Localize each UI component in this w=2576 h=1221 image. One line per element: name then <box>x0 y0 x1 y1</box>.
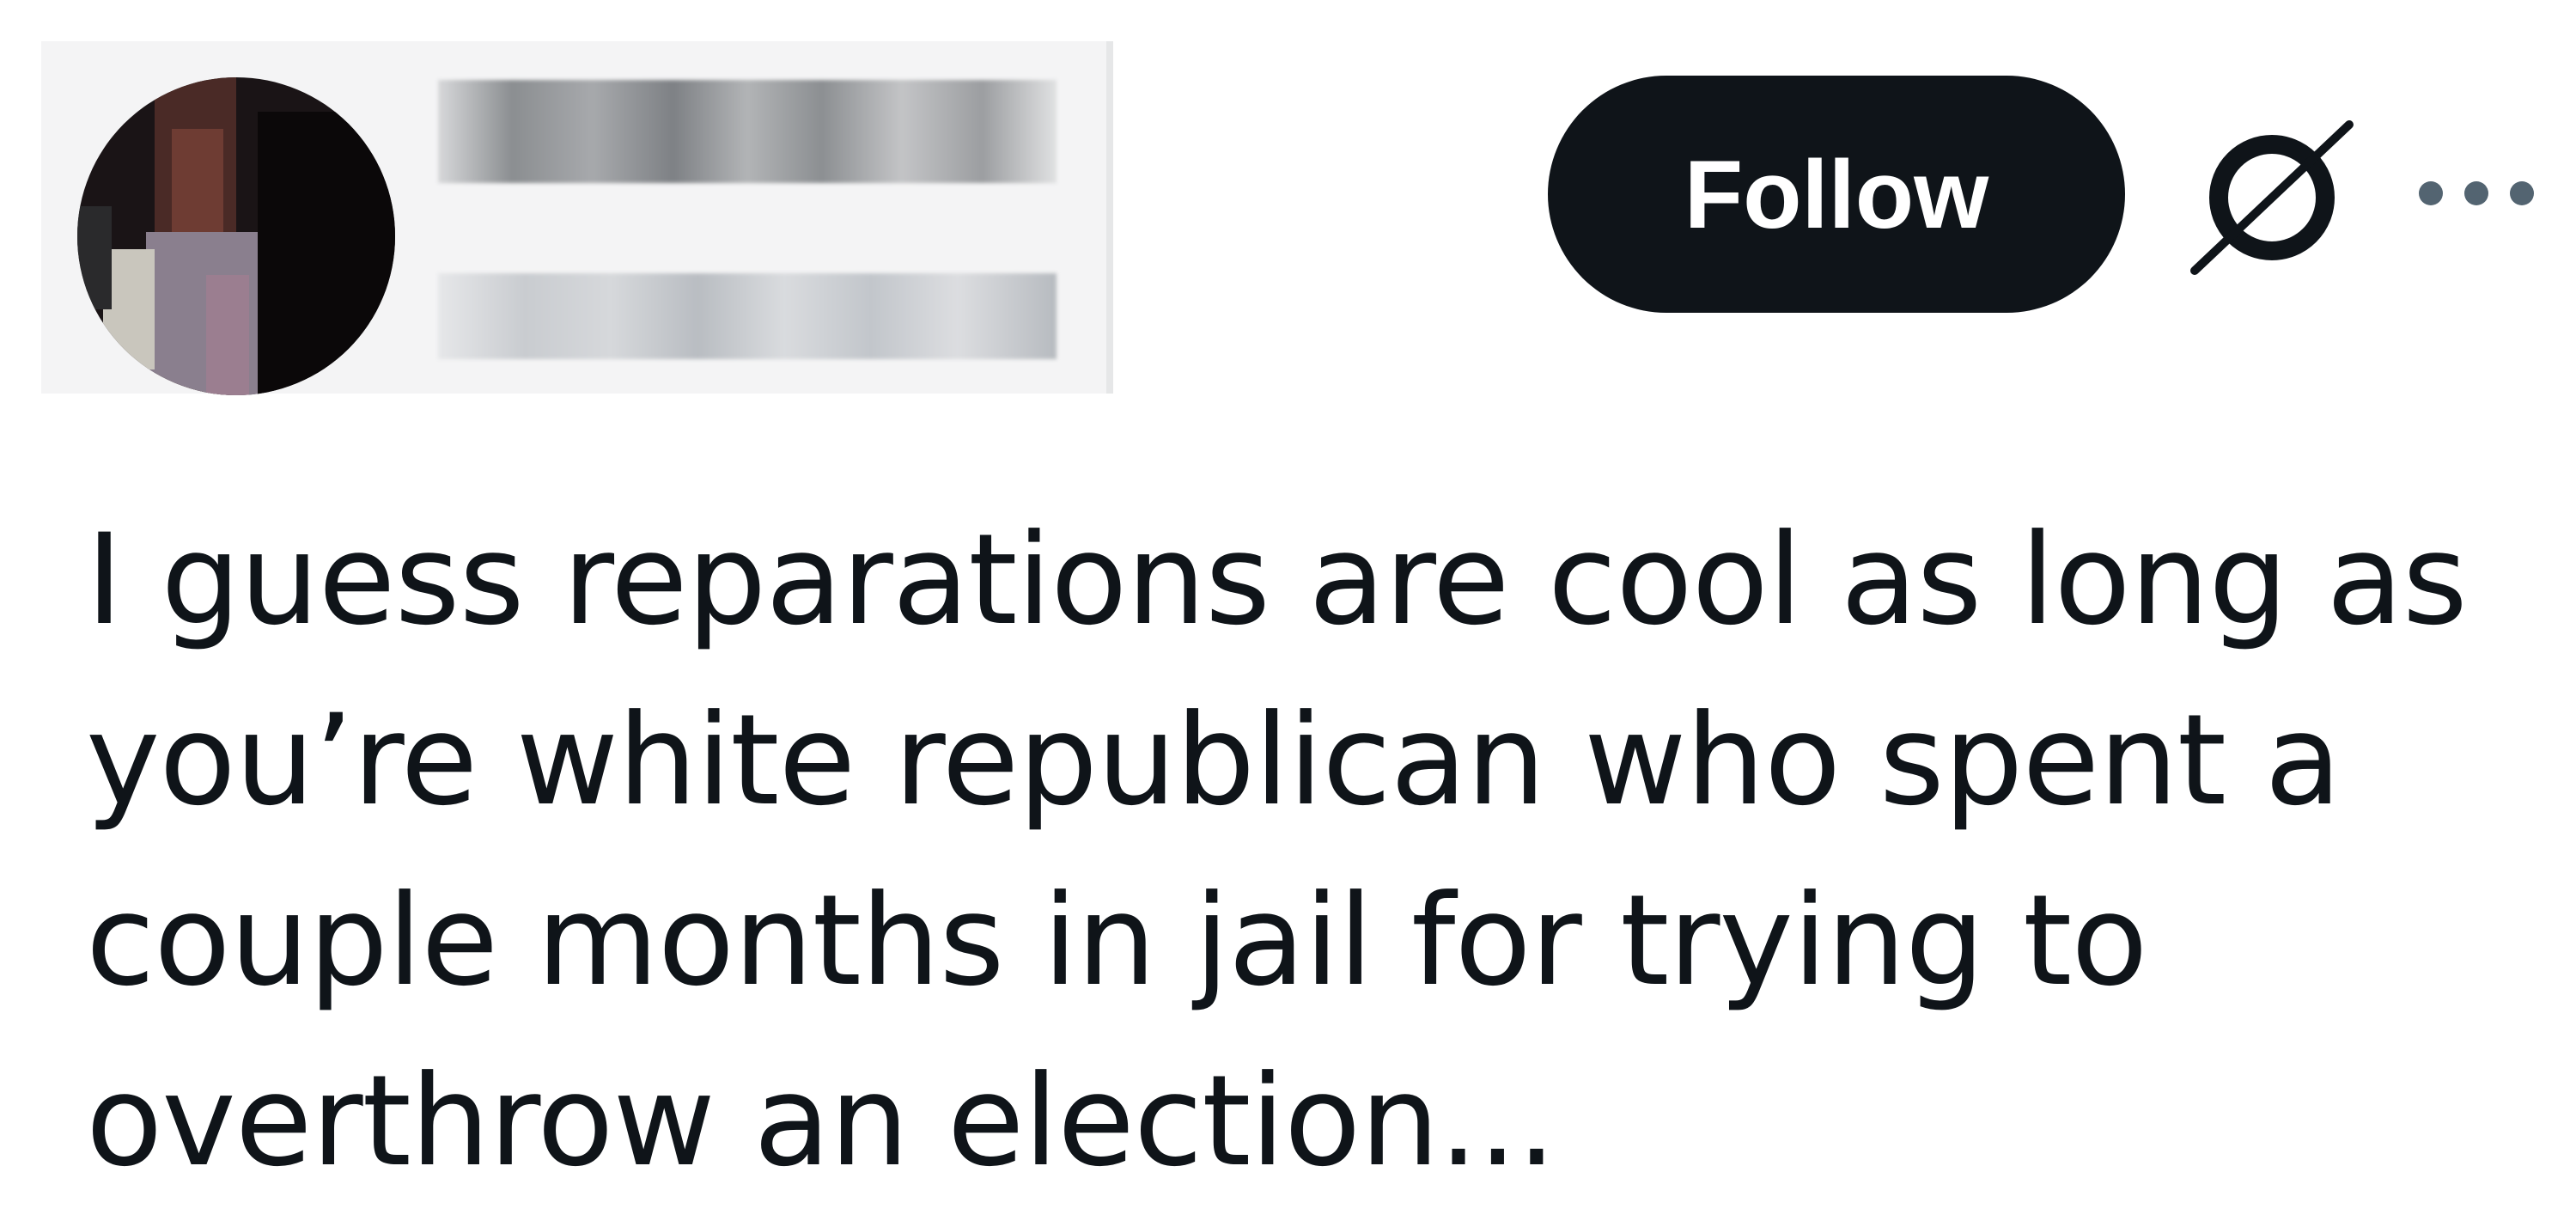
tweet-card: Follow I guess reparations are cool as l… <box>0 0 2576 1221</box>
username-redacted <box>438 273 1057 359</box>
grok-icon[interactable] <box>2186 120 2358 275</box>
more-options-icon[interactable] <box>2412 172 2541 215</box>
author-info[interactable] <box>41 41 1113 395</box>
avatar[interactable] <box>77 77 395 395</box>
display-name-redacted <box>438 80 1057 183</box>
follow-button[interactable]: Follow <box>1548 76 2125 313</box>
tweet-text: I guess reparations are cool as long as … <box>86 507 2468 1194</box>
